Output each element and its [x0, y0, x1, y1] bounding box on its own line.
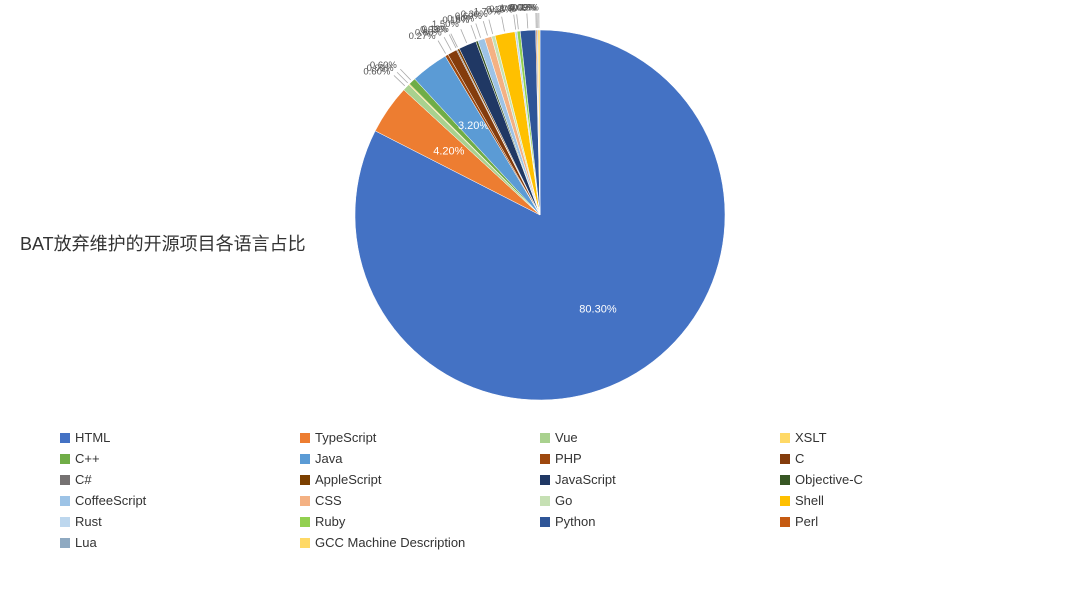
slice-label-1: 4.20% [433, 146, 464, 158]
legend-color-10 [540, 475, 550, 485]
legend-item-coffeescript: CoffeeScript [60, 493, 300, 508]
legend-container: HTML TypeScript Vue XSLT C++ Java PHP C C# AppleS… [60, 430, 1040, 550]
legend-label-11: Objective-C [795, 472, 863, 487]
legend-label-20: Lua [75, 535, 97, 550]
legend-color-2 [540, 433, 550, 443]
label-line-13 [483, 21, 487, 35]
label-line-7 [444, 37, 451, 50]
legend-label-0: HTML [75, 430, 110, 445]
legend-item-ruby: Ruby [300, 514, 540, 529]
legend-item-perl: Perl [780, 514, 1020, 529]
legend-color-9 [300, 475, 310, 485]
legend-label-3: XSLT [795, 430, 827, 445]
legend-label-12: CoffeeScript [75, 493, 146, 508]
legend-label-7: C [795, 451, 804, 466]
legend-item-applescript: AppleScript [300, 472, 540, 487]
legend-color-18 [540, 517, 550, 527]
legend-item-python: Python [540, 514, 780, 529]
legend-item-c#: C# [60, 472, 300, 487]
legend-label-8: C# [75, 472, 92, 487]
legend-label-14: Go [555, 493, 572, 508]
legend-color-12 [60, 496, 70, 506]
legend-label-21: GCC Machine Description [315, 535, 465, 550]
label-line-18 [527, 13, 528, 28]
chart-container: BAT放弃维护的开源项目各语言占比 80.30%4.20%0.60%0.09%0… [0, 0, 1080, 420]
label-line-2 [394, 75, 405, 85]
legend-item-xslt: XSLT [780, 430, 1020, 445]
legend-item-c++: C++ [60, 451, 300, 466]
legend-label-19: Perl [795, 514, 818, 529]
legend-color-6 [540, 454, 550, 464]
legend-item-html: HTML [60, 430, 300, 445]
legend-color-19 [780, 517, 790, 527]
label-line-17 [517, 14, 519, 29]
label-line-15 [502, 17, 505, 32]
legend-color-16 [60, 517, 70, 527]
legend-item-gcc-machine-description: GCC Machine Description [300, 535, 540, 550]
legend-item-go: Go [540, 493, 780, 508]
legend-color-8 [60, 475, 70, 485]
legend-color-4 [60, 454, 70, 464]
legend-item-rust: Rust [60, 514, 300, 529]
legend-label-15: Shell [795, 493, 824, 508]
legend-color-5 [300, 454, 310, 464]
label-line-6 [438, 41, 446, 54]
slice-label-0: 80.30% [579, 304, 617, 316]
legend-item-javascript: JavaScript [540, 472, 780, 487]
legend-item-c: C [780, 451, 1020, 466]
label-line-11 [471, 25, 476, 39]
legend-label-6: PHP [555, 451, 582, 466]
legend-color-1 [300, 433, 310, 443]
label-line-16 [514, 15, 516, 30]
label-line-4 [400, 69, 410, 80]
legend-label-9: AppleScript [315, 472, 381, 487]
legend-item-java: Java [300, 451, 540, 466]
legend-item-php: PHP [540, 451, 780, 466]
legend-label-16: Rust [75, 514, 102, 529]
legend-label-18: Python [555, 514, 595, 529]
legend-color-7 [780, 454, 790, 464]
ext-label-21: 0.18% [512, 3, 539, 14]
legend-label-13: CSS [315, 493, 342, 508]
legend-label-1: TypeScript [315, 430, 376, 445]
legend-color-15 [780, 496, 790, 506]
legend-color-0 [60, 433, 70, 443]
legend-label-17: Ruby [315, 514, 345, 529]
legend-label-5: Java [315, 451, 342, 466]
legend-item-lua: Lua [60, 535, 300, 550]
legend-color-3 [780, 433, 790, 443]
label-line-12 [476, 23, 481, 37]
label-line-10 [461, 29, 467, 43]
legend-color-11 [780, 475, 790, 485]
legend-color-20 [60, 538, 70, 548]
legend-color-14 [540, 496, 550, 506]
legend-item-vue: Vue [540, 430, 780, 445]
label-line-3 [397, 72, 408, 83]
legend-color-17 [300, 517, 310, 527]
legend-color-13 [300, 496, 310, 506]
legend-item-objective-c: Objective-C [780, 472, 1020, 487]
pie-chart: 80.30%4.20%0.60%0.09%0.60%3.20%0.27%0.80… [180, 0, 900, 420]
legend-label-2: Vue [555, 430, 578, 445]
legend-item-css: CSS [300, 493, 540, 508]
legend-item-typescript: TypeScript [300, 430, 540, 445]
label-line-14 [489, 20, 493, 35]
legend-label-10: JavaScript [555, 472, 616, 487]
ext-label-4: 0.60% [370, 60, 397, 71]
legend-color-21 [300, 538, 310, 548]
legend-label-4: C++ [75, 451, 100, 466]
legend-item-shell: Shell [780, 493, 1020, 508]
